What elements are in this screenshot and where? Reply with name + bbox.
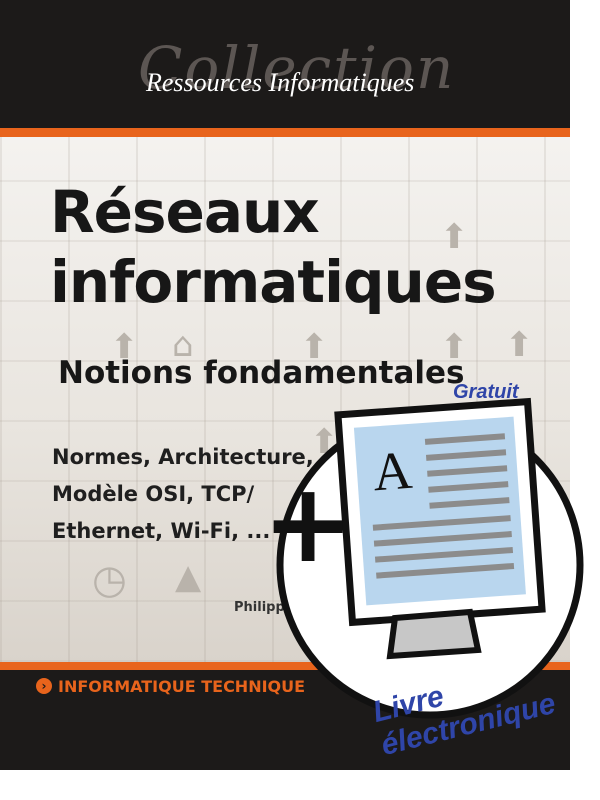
monitor-letter: A (370, 439, 415, 503)
ebook-badge: A + Gratuit Livre électronique (0, 0, 600, 800)
plus-icon: + (262, 459, 355, 587)
free-label: Gratuit (453, 381, 519, 403)
